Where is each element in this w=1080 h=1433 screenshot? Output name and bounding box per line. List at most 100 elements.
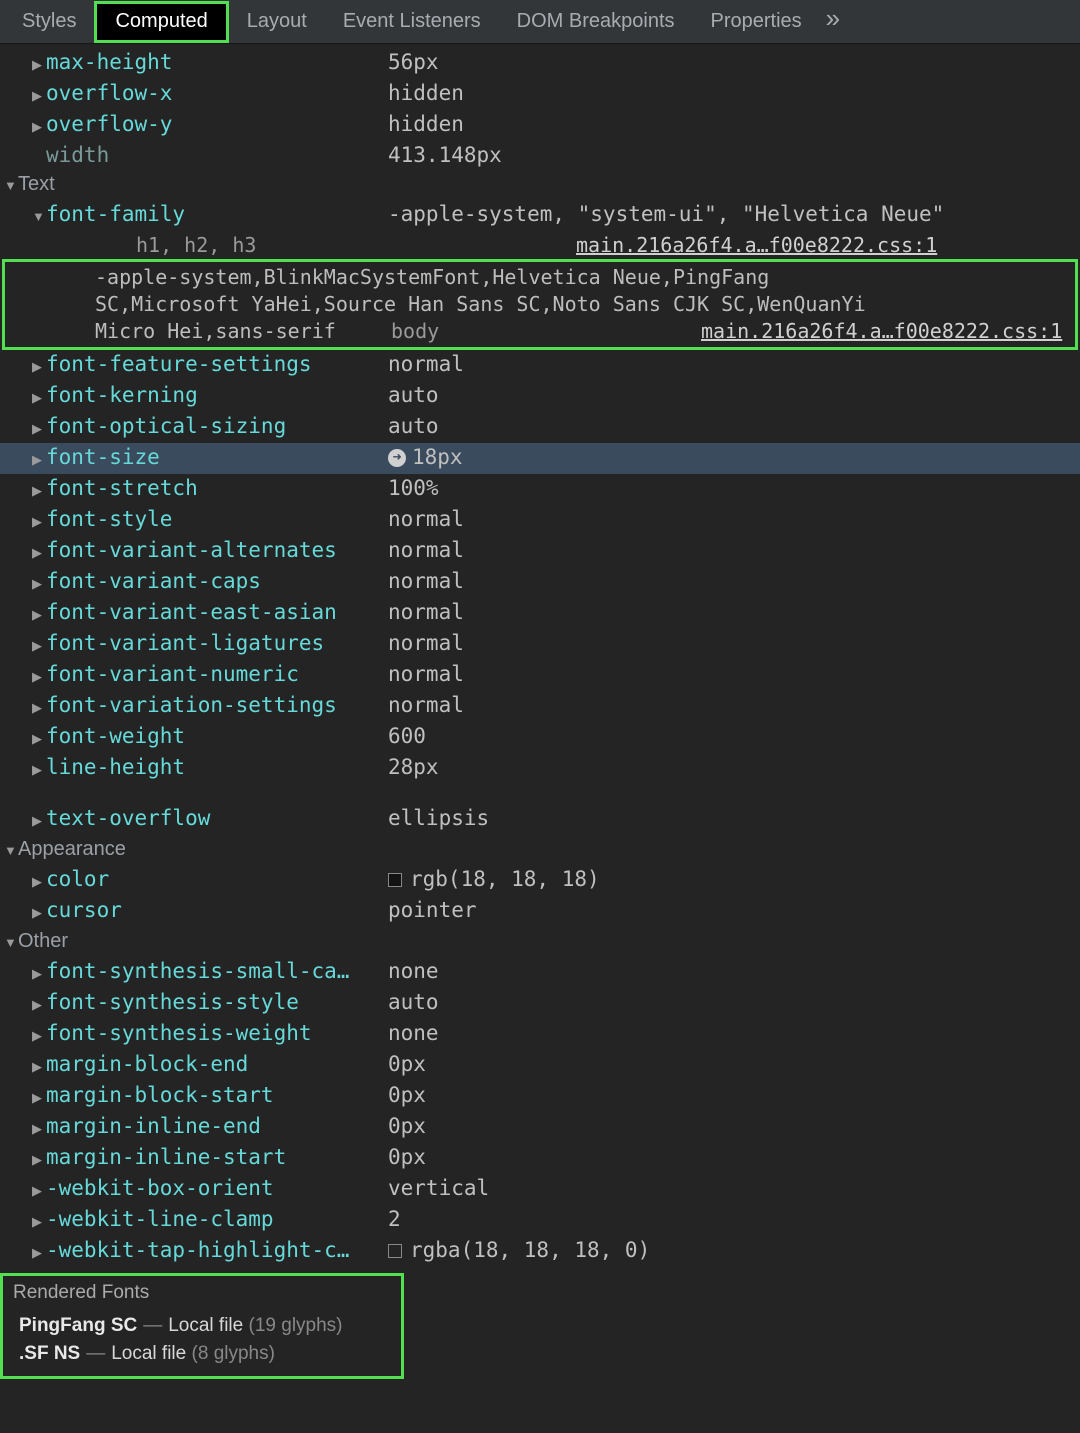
- prop-value: normal: [388, 660, 464, 689]
- prop-font-weight[interactable]: ▶font-weight600: [0, 722, 1080, 753]
- prop-value: 0px: [388, 1081, 426, 1110]
- prop-value: normal: [388, 350, 464, 379]
- prop-font-variant-east-asian[interactable]: ▶font-variant-east-asiannormal: [0, 598, 1080, 629]
- expand-text: SC,Microsoft YaHei,Source Han Sans SC,No…: [95, 291, 1075, 318]
- prop-font-variant-ligatures[interactable]: ▶font-variant-ligaturesnormal: [0, 629, 1080, 660]
- prop-text-overflow[interactable]: ▶ text-overflow ellipsis: [0, 804, 1080, 835]
- prop-value: ellipsis: [388, 804, 489, 833]
- caret-right-icon: ▶: [32, 755, 46, 784]
- prop-source-row[interactable]: h1, h2, h3 main.216a26f4.a…f00e8222.css:…: [0, 231, 1080, 259]
- caret-right-icon: ▶: [32, 959, 46, 988]
- color-swatch[interactable]: [388, 873, 402, 887]
- prop-name: font-variant-numeric: [46, 660, 388, 689]
- prop-value: auto: [388, 412, 439, 441]
- source-link[interactable]: main.216a26f4.a…f00e8222.css:1: [576, 231, 937, 259]
- prop-value: normal: [388, 505, 464, 534]
- prop-font-feature-settings[interactable]: ▶font-feature-settingsnormal: [0, 350, 1080, 381]
- more-tabs-icon[interactable]: »: [820, 3, 850, 40]
- group-text[interactable]: ▼ Text: [0, 170, 1080, 200]
- tab-styles[interactable]: Styles: [4, 0, 94, 43]
- prop-overflow-x[interactable]: ▶overflow-xhidden: [0, 79, 1080, 110]
- prop-margin-inline-start[interactable]: ▶margin-inline-start0px: [0, 1143, 1080, 1174]
- caret-right-icon: ▶: [32, 806, 46, 835]
- prop--webkit-line-clamp[interactable]: ▶-webkit-line-clamp2: [0, 1205, 1080, 1236]
- prop-value: 0px: [388, 1143, 426, 1172]
- caret-right-icon: ▶: [32, 1021, 46, 1050]
- prop--webkit-box-orient[interactable]: ▶-webkit-box-orientvertical: [0, 1174, 1080, 1205]
- prop-value: 100%: [388, 474, 439, 503]
- prop-font-stretch[interactable]: ▶font-stretch100%: [0, 474, 1080, 505]
- prop-name: font-variant-east-asian: [46, 598, 388, 627]
- prop-name: font-variant-ligatures: [46, 629, 388, 658]
- prop-width[interactable]: width413.148px: [0, 141, 1080, 170]
- computed-panel: ▶max-height56px▶overflow-xhidden▶overflo…: [0, 44, 1080, 1379]
- prop-font-variant-caps[interactable]: ▶font-variant-capsnormal: [0, 567, 1080, 598]
- group-appearance[interactable]: ▼ Appearance: [0, 835, 1080, 865]
- prop-margin-block-end[interactable]: ▶margin-block-end0px: [0, 1050, 1080, 1081]
- color-swatch[interactable]: [388, 1244, 402, 1258]
- tab-computed[interactable]: Computed: [94, 1, 228, 43]
- prop-value: 2: [388, 1205, 401, 1234]
- prop--webkit-tap-highlight-c…[interactable]: ▶-webkit-tap-highlight-c…rgba(18, 18, 18…: [0, 1236, 1080, 1267]
- prop-margin-block-start[interactable]: ▶margin-block-start0px: [0, 1081, 1080, 1112]
- group-label: Text: [18, 170, 55, 199]
- prop-value: auto: [388, 988, 439, 1017]
- prop-name: margin-block-start: [46, 1081, 388, 1110]
- prop-value: 0px: [388, 1112, 426, 1141]
- font-name: PingFang SC: [19, 1315, 137, 1336]
- tab-dom-breakpoints[interactable]: DOM Breakpoints: [499, 0, 693, 43]
- caret-right-icon: ▶: [32, 1114, 46, 1143]
- group-other[interactable]: ▼ Other: [0, 927, 1080, 957]
- devtools-tabs: Styles Computed Layout Event Listeners D…: [0, 0, 1080, 44]
- prop-font-family[interactable]: ▼ font-family -apple-system, "system-ui"…: [0, 200, 1080, 231]
- source-link[interactable]: main.216a26f4.a…f00e8222.css:1: [701, 318, 1062, 345]
- prop-max-height[interactable]: ▶max-height56px: [0, 48, 1080, 79]
- prop-name: -webkit-line-clamp: [46, 1205, 388, 1234]
- caret-right-icon: ▶: [32, 414, 46, 443]
- prop-cursor[interactable]: ▶cursorpointer: [0, 896, 1080, 927]
- rendered-fonts: Rendered Fonts PingFang SC—Local file (1…: [0, 1273, 404, 1379]
- prop-font-kerning[interactable]: ▶font-kerningauto: [0, 381, 1080, 412]
- caret-right-icon: ▶: [32, 1238, 46, 1267]
- prop-line-height[interactable]: ▶line-height28px: [0, 753, 1080, 784]
- tab-event-listeners[interactable]: Event Listeners: [325, 0, 499, 43]
- tab-properties[interactable]: Properties: [693, 0, 820, 43]
- prop-value: vertical: [388, 1174, 489, 1203]
- prop-value: 56px: [388, 48, 439, 77]
- caret-right-icon: ▶: [32, 724, 46, 753]
- font-name: .SF NS: [19, 1343, 80, 1364]
- prop-name: margin-inline-start: [46, 1143, 388, 1172]
- caret-right-icon: ▶: [32, 662, 46, 691]
- prop-font-synthesis-weight[interactable]: ▶font-synthesis-weightnone: [0, 1019, 1080, 1050]
- caret-right-icon: ▶: [32, 569, 46, 598]
- prop-name: font-variant-caps: [46, 567, 388, 596]
- prop-font-style[interactable]: ▶font-stylenormal: [0, 505, 1080, 536]
- caret-right-icon: ▶: [32, 600, 46, 629]
- prop-font-size[interactable]: ▶font-size➜18px: [0, 443, 1080, 474]
- caret-right-icon: ▶: [32, 476, 46, 505]
- goto-icon[interactable]: ➜: [388, 449, 406, 467]
- prop-font-variation-settings[interactable]: ▶font-variation-settingsnormal: [0, 691, 1080, 722]
- expand-text: -apple-system,BlinkMacSystemFont,Helveti…: [95, 264, 1075, 291]
- caret-right-icon: ▶: [32, 1052, 46, 1081]
- prop-font-synthesis-style[interactable]: ▶font-synthesis-styleauto: [0, 988, 1080, 1019]
- tab-layout[interactable]: Layout: [229, 0, 325, 43]
- selector: body: [391, 318, 701, 345]
- prop-margin-inline-end[interactable]: ▶margin-inline-end0px: [0, 1112, 1080, 1143]
- prop-name: line-height: [46, 753, 388, 782]
- prop-name: font-synthesis-small-ca…: [46, 957, 388, 986]
- prop-name: font-kerning: [46, 381, 388, 410]
- group-label: Other: [18, 927, 68, 956]
- caret-right-icon: ▶: [32, 693, 46, 722]
- prop-font-variant-alternates[interactable]: ▶font-variant-alternatesnormal: [0, 536, 1080, 567]
- caret-right-icon: ▶: [32, 898, 46, 927]
- prop-value: normal: [388, 691, 464, 720]
- prop-font-synthesis-small-ca…[interactable]: ▶font-synthesis-small-ca…none: [0, 957, 1080, 988]
- prop-overflow-y[interactable]: ▶overflow-yhidden: [0, 110, 1080, 141]
- prop-name: font-style: [46, 505, 388, 534]
- prop-color[interactable]: ▶colorrgb(18, 18, 18): [0, 865, 1080, 896]
- prop-name: font-synthesis-weight: [46, 1019, 388, 1048]
- prop-font-variant-numeric[interactable]: ▶font-variant-numericnormal: [0, 660, 1080, 691]
- prop-font-optical-sizing[interactable]: ▶font-optical-sizingauto: [0, 412, 1080, 443]
- prop-value: normal: [388, 629, 464, 658]
